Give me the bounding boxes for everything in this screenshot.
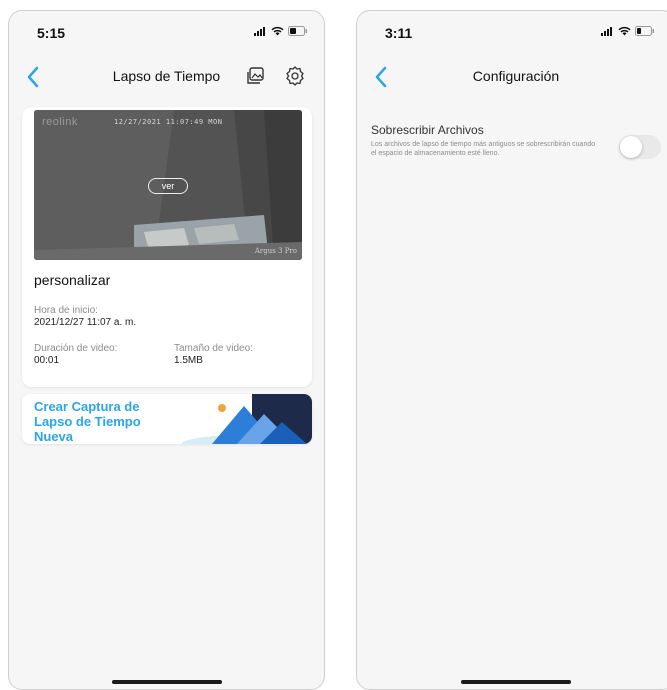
start-time-value: 2021/12/27 11:07 a. m. xyxy=(34,317,137,328)
home-indicator xyxy=(461,680,571,684)
wifi-icon xyxy=(618,26,631,36)
status-icons xyxy=(601,26,655,36)
nav-bar: Configuración xyxy=(357,51,667,105)
create-timelapse-label: Crear Captura de Lapso de Tiempo Nueva xyxy=(34,399,141,444)
battery-icon xyxy=(288,26,307,36)
duration-value: 00:01 xyxy=(34,355,60,366)
size-label: Tamaño de video: xyxy=(174,343,253,354)
overwrite-toggle[interactable] xyxy=(619,135,661,159)
phone-screen-timelapse: 5:15 Lapso de Tiempo reolink 12/27/2021 … xyxy=(8,10,325,690)
size-value: 1.5MB xyxy=(174,355,203,366)
nav-bar: Lapso de Tiempo xyxy=(9,51,324,105)
video-thumbnail[interactable]: reolink 12/27/2021 11:07:49 MON Argus 3 … xyxy=(34,110,302,260)
gear-icon[interactable] xyxy=(284,65,306,87)
overwrite-setting-description: Los archivos de lapso de tiempo más anti… xyxy=(371,141,596,157)
create-timelapse-banner[interactable]: Crear Captura de Lapso de Tiempo Nueva xyxy=(22,394,312,444)
wifi-icon xyxy=(271,26,284,36)
status-bar: 3:11 xyxy=(357,11,667,51)
start-time-label: Hora de inicio: xyxy=(34,305,98,316)
timelapse-title: personalizar xyxy=(34,272,111,288)
home-indicator xyxy=(111,680,222,684)
duration-label: Duración de video: xyxy=(34,343,118,354)
status-time: 5:15 xyxy=(37,25,66,41)
signal-icon xyxy=(601,26,612,36)
status-bar: 5:15 xyxy=(9,11,324,51)
page-title: Configuración xyxy=(472,68,560,84)
gallery-icon[interactable] xyxy=(245,65,267,87)
mountain-illustration xyxy=(182,394,312,444)
timelapse-card[interactable]: reolink 12/27/2021 11:07:49 MON Argus 3 … xyxy=(22,107,312,387)
battery-icon xyxy=(635,26,654,36)
reolink-logo: reolink xyxy=(42,116,78,128)
signal-icon xyxy=(254,26,265,36)
toggle-knob xyxy=(620,136,642,158)
status-icons xyxy=(254,26,308,36)
camera-model-label: Argus 3 Pro xyxy=(254,247,297,255)
status-time: 3:11 xyxy=(385,25,413,41)
phone-screen-settings: 3:11 Configuración Sobrescribir Archivos… xyxy=(356,10,667,690)
play-video-button[interactable]: ver xyxy=(148,178,188,194)
overwrite-setting-title: Sobrescribir Archivos xyxy=(371,123,484,137)
video-timestamp: 12/27/2021 11:07:49 MON xyxy=(114,118,223,126)
page-title: Lapso de Tiempo xyxy=(112,68,221,84)
